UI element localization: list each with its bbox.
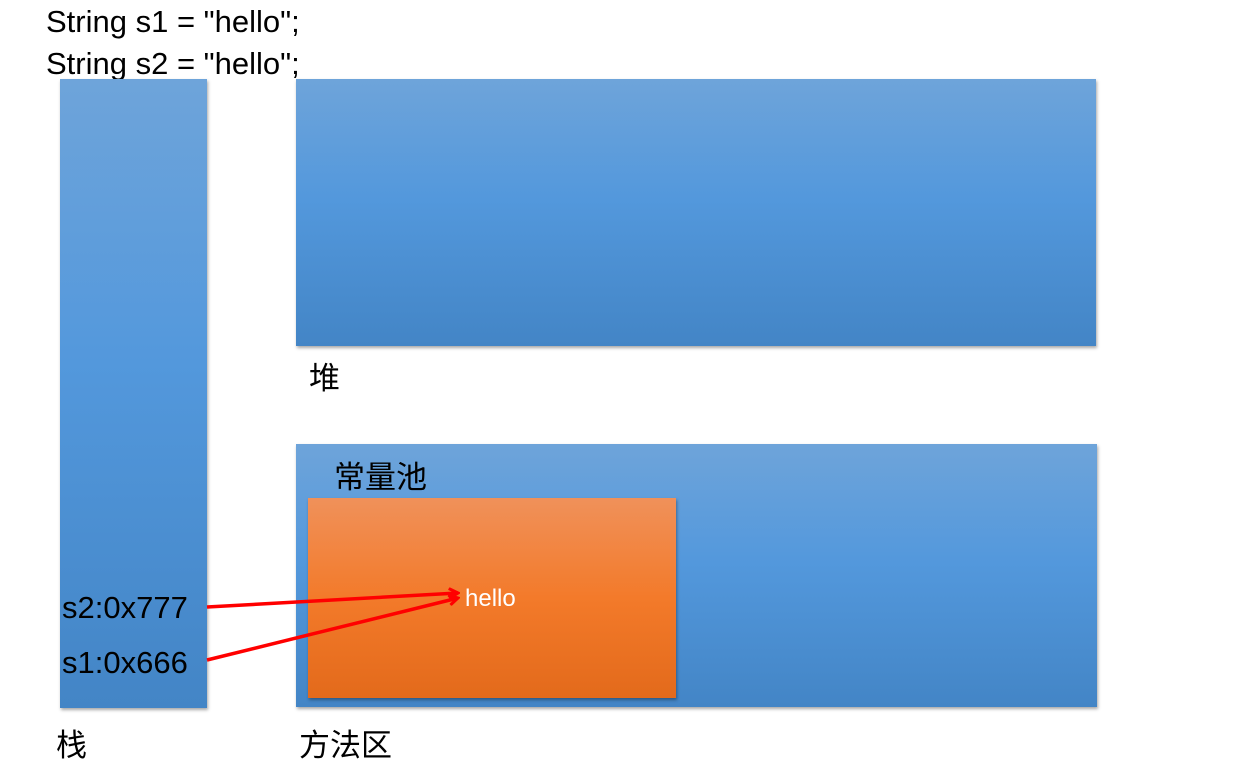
heap-label: 堆 <box>309 361 340 396</box>
stack-label: 栈 <box>56 728 87 763</box>
code-line-2: String s2 = "hello"; <box>46 46 300 81</box>
code-line-1: String s1 = "hello"; <box>46 4 300 39</box>
method-area-label: 方法区 <box>299 728 392 763</box>
hello-string-value: hello <box>465 585 516 612</box>
s1-reference-label: s1:0x666 <box>62 645 188 680</box>
heap-region <box>296 79 1096 346</box>
s2-reference-label: s2:0x777 <box>62 590 188 625</box>
constant-pool-label: 常量池 <box>334 460 427 495</box>
